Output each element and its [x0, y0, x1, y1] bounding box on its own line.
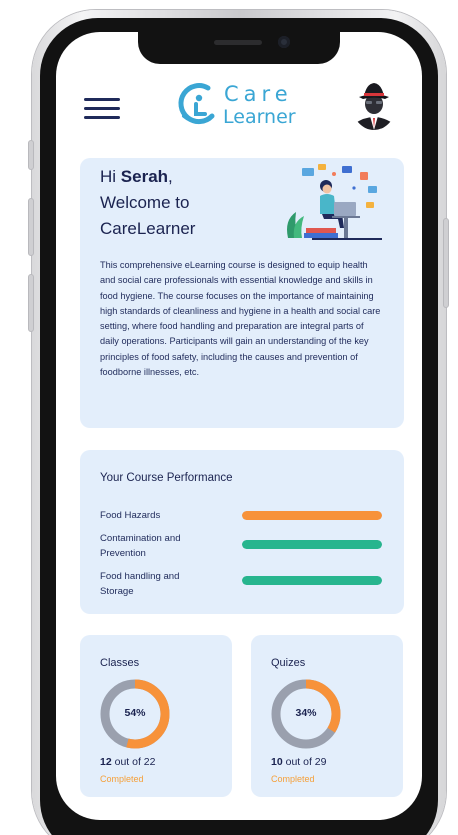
performance-bar: [242, 540, 382, 549]
power-button: [443, 218, 449, 308]
classes-count: 12 out of 22: [100, 756, 155, 768]
performance-bar: [242, 511, 382, 520]
quizzes-status: Completed: [271, 774, 315, 784]
quizzes-count: 10 out of 29: [271, 756, 326, 768]
greeting-line: Hi Serah,: [100, 164, 195, 190]
quizzes-percent: 34%: [295, 707, 317, 719]
spy-avatar-icon[interactable]: [352, 80, 396, 130]
classes-title: Classes: [100, 657, 140, 669]
logo-learner-text: Learner: [223, 106, 296, 128]
app-screen: Care Learner Hi Serah, Welcome to CareLe…: [56, 32, 422, 820]
performance-bar: [242, 576, 382, 585]
performance-bar-fill: [242, 576, 382, 585]
welcome-card: Hi Serah, Welcome to CareLearner This co…: [80, 158, 404, 428]
menu-line: [84, 116, 120, 119]
care-learner-logo[interactable]: Care Learner: [174, 80, 304, 130]
phone-notch: [138, 32, 340, 64]
quizzes-card[interactable]: Quizes 34% 10 out of 29 Completed: [251, 635, 403, 797]
hamburger-menu-icon[interactable]: [84, 98, 120, 120]
performance-bar-fill: [242, 540, 382, 549]
logo-care-text: Care: [224, 82, 293, 106]
avatar-image: [353, 80, 395, 130]
welcome-line: Welcome to: [100, 193, 190, 212]
volume-up-button: [28, 198, 34, 256]
performance-title: Your Course Performance: [100, 472, 233, 484]
quizzes-title: Quizes: [271, 657, 306, 669]
app-name-line: CareLearner: [100, 219, 196, 238]
course-description: This comprehensive eLearning course is d…: [100, 260, 381, 378]
classes-percent: 54%: [124, 707, 146, 719]
course-performance-card: Your Course Performance Food Hazards Con…: [80, 450, 404, 614]
quizzes-done: 10: [271, 756, 283, 768]
greeting-word: Hi: [100, 167, 117, 186]
classes-status: Completed: [100, 774, 144, 784]
greeting-comma: ,: [168, 167, 173, 186]
user-name: Serah: [120, 167, 169, 186]
quizzes-total: out of 29: [282, 756, 327, 768]
student-studying-illustration: [287, 164, 382, 240]
front-camera: [278, 36, 290, 48]
silent-switch: [28, 140, 34, 170]
classes-card[interactable]: Classes 54% 12 out of 22 Completed: [80, 635, 232, 797]
volume-down-button: [28, 274, 34, 332]
performance-label: Food handling and Storage: [100, 571, 180, 597]
classes-total: out of 22: [111, 756, 156, 768]
menu-line: [84, 107, 120, 110]
speaker-grille: [214, 40, 262, 45]
welcome-heading: Hi Serah, Welcome to CareLearner: [100, 164, 195, 242]
logo-mark-icon: [178, 83, 215, 125]
performance-label: Contamination and Prevention: [100, 533, 181, 559]
classes-done: 12: [100, 756, 112, 768]
performance-label: Food Hazards: [100, 510, 161, 521]
performance-bar-fill: [242, 511, 382, 520]
menu-line: [84, 98, 120, 101]
